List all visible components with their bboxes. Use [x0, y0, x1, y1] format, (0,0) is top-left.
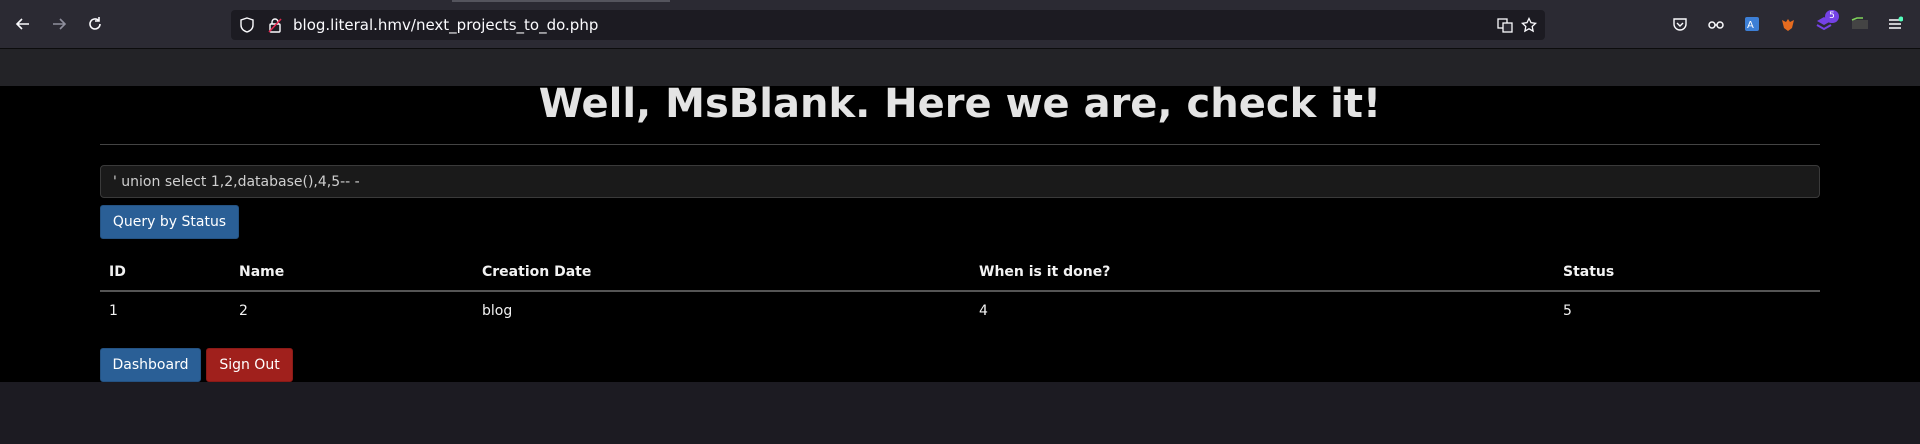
table-cell: blog: [482, 302, 513, 319]
back-arrow-icon: [15, 18, 29, 30]
page-footer: [0, 382, 1920, 444]
reload-icon: [89, 17, 101, 30]
query-by-status-button[interactable]: Query by Status: [100, 205, 239, 239]
reload-button[interactable]: [82, 11, 108, 37]
table-header-row: ID Name Creation Date When is it done? S…: [100, 253, 1820, 292]
foxyproxy-icon[interactable]: [1777, 13, 1799, 35]
extension-badge: 5: [1825, 10, 1839, 23]
wappalyzer-icon[interactable]: 5: [1813, 10, 1839, 35]
shield-icon[interactable]: [239, 17, 255, 33]
table-cell: 4: [979, 302, 988, 319]
projects-table: ID Name Creation Date When is it done? S…: [100, 253, 1820, 329]
sign-out-button[interactable]: Sign Out: [206, 348, 293, 382]
forward-arrow-icon: [53, 18, 67, 30]
url-text[interactable]: blog.literal.hmv/next_projects_to_do.php: [293, 16, 598, 34]
username: MsBlank: [665, 81, 856, 127]
back-button[interactable]: [10, 11, 36, 37]
bookmark-star-icon[interactable]: [1521, 17, 1537, 33]
forward-button[interactable]: [46, 11, 72, 37]
table-row: 1 2 blog 4 5: [100, 291, 1820, 329]
page-content: Well, MsBlank. Here we are, check it! Qu…: [0, 81, 1920, 382]
pocket-icon[interactable]: [1669, 13, 1691, 35]
dashboard-button[interactable]: Dashboard: [100, 348, 201, 382]
column-header: Name: [230, 253, 473, 292]
svg-text:A: A: [1747, 20, 1754, 31]
column-header: ID: [100, 253, 230, 292]
browser-toolbar: blog.literal.hmv/next_projects_to_do.php…: [0, 0, 1920, 49]
translate-icon[interactable]: [1497, 17, 1513, 33]
glasses-extension-icon[interactable]: [1705, 13, 1727, 35]
page-title: Well, MsBlank. Here we are, check it!: [538, 81, 1382, 127]
divider: [100, 144, 1820, 145]
table-cell: 5: [1563, 302, 1572, 319]
menu-hamburger-icon[interactable]: [1884, 13, 1906, 35]
column-header: When is it done?: [970, 253, 1554, 292]
insecure-lock-icon[interactable]: [267, 17, 283, 33]
column-header: Creation Date: [473, 253, 970, 292]
column-header: Status: [1554, 253, 1820, 292]
translate-extension-icon[interactable]: A: [1741, 13, 1763, 35]
table-cell: 1: [109, 302, 118, 319]
status-query-input[interactable]: [100, 165, 1820, 198]
table-cell: 2: [239, 302, 248, 319]
active-tab-indicator: [452, 0, 670, 2]
hack-tools-icon[interactable]: [1849, 13, 1871, 35]
address-bar[interactable]: blog.literal.hmv/next_projects_to_do.php: [231, 10, 1545, 40]
